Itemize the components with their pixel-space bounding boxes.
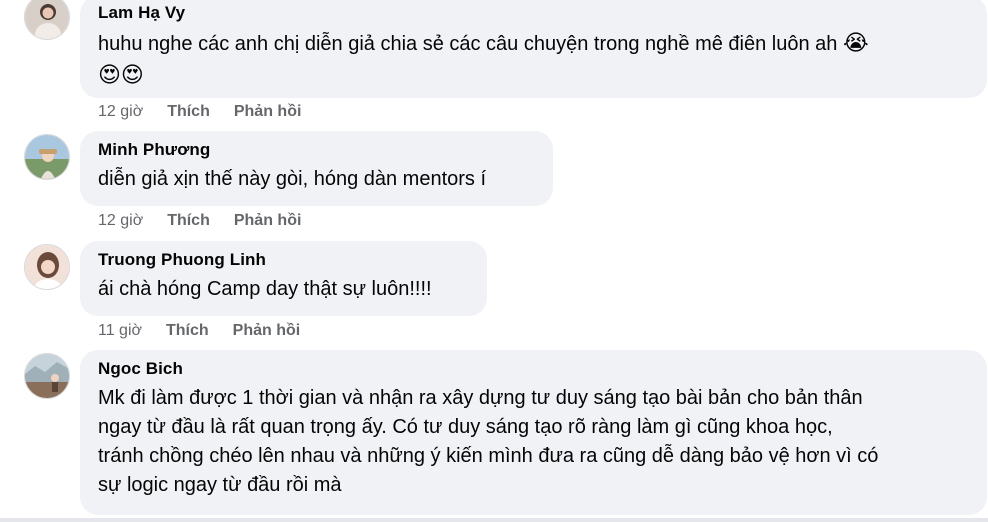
like-button[interactable]: Thích <box>167 102 210 122</box>
comment-text-line: sự logic ngay từ đầu rồi mà <box>98 474 342 496</box>
comment-author[interactable]: Ngoc Bich <box>98 358 969 380</box>
avatar-photo-icon <box>25 245 69 289</box>
comment-time[interactable]: 12 giờ <box>98 211 143 231</box>
comment-actions: 12 giờ Thích Phản hồi <box>98 211 301 231</box>
avatar-photo-icon <box>25 0 69 39</box>
crying-face-icon: 😭 <box>842 30 869 55</box>
comment-bubble: Minh Phương diễn giả xịn thế này gòi, hó… <box>80 131 553 206</box>
comment-text: ái chà hóng Camp day thật sự luôn!!!! <box>98 278 432 300</box>
comment-text-line: Mk đi làm được 1 thời gian và nhận ra xâ… <box>98 387 863 409</box>
comment-time[interactable]: 12 giờ <box>98 102 143 122</box>
avatar[interactable] <box>24 244 70 290</box>
avatar[interactable] <box>24 134 70 180</box>
comment-text-line: ngay từ đầu là rất quan trọng ấy. Có tư … <box>98 416 833 438</box>
like-button[interactable]: Thích <box>167 211 210 231</box>
comment-bubble: Ngoc Bich Mk đi làm được 1 thời gian và … <box>80 350 987 515</box>
comment-text: Mk đi làm được 1 thời gian và nhận ra xâ… <box>98 384 969 500</box>
comment-time[interactable]: 11 giờ <box>98 321 142 341</box>
reply-button[interactable]: Phản hồi <box>233 321 301 341</box>
reply-button[interactable]: Phản hồi <box>234 211 302 231</box>
avatar-photo-icon <box>25 354 69 398</box>
comment-actions: 11 giờ Thích Phản hồi <box>98 321 300 341</box>
comment-text: diễn giả xịn thế này gòi, hóng dàn mento… <box>98 168 487 190</box>
divider <box>0 518 988 522</box>
comment-author[interactable]: Lam Hạ Vy <box>98 2 969 24</box>
comment-bubble: Truong Phuong Linh ái chà hóng Camp day … <box>80 241 487 316</box>
comment-text-line: tránh chồng chéo lên nhau và những ý kiế… <box>98 445 879 467</box>
comment-text: huhu nghe các anh chị diễn giả chia sẻ c… <box>98 28 969 59</box>
comment-actions: 12 giờ Thích Phản hồi <box>98 102 301 122</box>
reply-button[interactable]: Phản hồi <box>234 102 302 122</box>
heart-eyes-icon: 😍😍 <box>98 62 144 87</box>
avatar-photo-icon <box>25 135 69 179</box>
avatar[interactable] <box>24 353 70 399</box>
like-button[interactable]: Thích <box>166 321 209 341</box>
comment-author[interactable]: Minh Phương <box>98 139 535 161</box>
comment-author[interactable]: Truong Phuong Linh <box>98 249 469 271</box>
avatar[interactable] <box>24 0 70 40</box>
comment-text-body: huhu nghe các anh chị diễn giả chia sẻ c… <box>98 33 838 55</box>
comment-bubble: Lam Hạ Vy huhu nghe các anh chị diễn giả… <box>80 0 987 98</box>
